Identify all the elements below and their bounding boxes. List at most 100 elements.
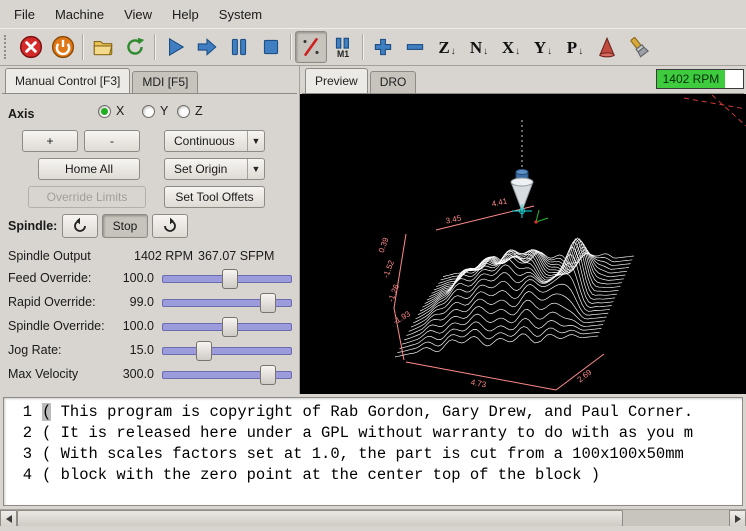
spindle-stop-button[interactable]: Stop xyxy=(102,214,148,238)
scroll-right-button[interactable] xyxy=(729,510,746,527)
slider[interactable] xyxy=(162,292,292,314)
view-top-button[interactable]: Z↓ xyxy=(431,31,463,63)
axis-radio-z[interactable]: Z xyxy=(177,104,203,118)
axis-radio-label: Z xyxy=(195,104,203,118)
menu-view[interactable]: View xyxy=(114,2,162,27)
spindle-output-label: Spindle Output xyxy=(8,249,91,263)
tab-manual-control[interactable]: Manual Control [F3] xyxy=(5,68,130,93)
stop-program-button[interactable] xyxy=(255,31,287,63)
estop-icon xyxy=(19,35,43,59)
radio-icon xyxy=(98,105,111,118)
slider[interactable] xyxy=(162,340,292,362)
slider[interactable] xyxy=(162,364,292,386)
spindle-ccw-button[interactable] xyxy=(62,214,98,238)
view-side-letter: X xyxy=(502,39,514,56)
slider-handle[interactable] xyxy=(260,293,276,313)
gcode-text-area[interactable]: 1( This program is copyright of Rab Gord… xyxy=(3,397,743,506)
gcode-line[interactable]: 4( block with the zero point at the cent… xyxy=(4,465,742,486)
zoom-out-icon xyxy=(403,35,427,59)
view-side-button[interactable]: X↓ xyxy=(495,31,527,63)
toolbar-separator xyxy=(82,34,84,60)
linuxcnc-window: FileMachineViewHelpSystem M1Z↓N↓X↓Y↓P↓ M… xyxy=(0,0,746,531)
svg-text:M1: M1 xyxy=(337,49,349,59)
reload-file-icon xyxy=(123,35,147,59)
slider-label: Feed Override: xyxy=(8,271,91,285)
override-limits-button[interactable]: Override Limits xyxy=(28,186,146,208)
tab-dro[interactable]: DRO xyxy=(370,71,417,93)
scroll-left-icon xyxy=(6,515,12,523)
slider-row: Jog Rate:15.0 xyxy=(0,340,299,362)
slider-value: 100.0 xyxy=(96,319,154,333)
axis-radio-label: Y xyxy=(160,104,168,118)
scrollbar-thumb[interactable] xyxy=(17,510,623,527)
jog-mode-select[interactable]: Continuous ▼ xyxy=(164,130,265,152)
preview-canvas[interactable]: 0.39 -1.52 -1.26 -1.93 4.73 2.69 3.45 4.… xyxy=(300,94,746,394)
pause-program-button[interactable] xyxy=(223,31,255,63)
jog-minus-button[interactable]: - xyxy=(84,130,140,152)
slider-track[interactable] xyxy=(162,347,292,355)
view-top-letter: Z xyxy=(438,39,449,56)
slider-handle[interactable] xyxy=(222,317,238,337)
stop-program-icon xyxy=(259,35,283,59)
spindle-rpm-value: 1402 RPM xyxy=(134,249,193,263)
slider[interactable] xyxy=(162,316,292,338)
open-file-icon xyxy=(91,35,115,59)
slider-handle[interactable] xyxy=(260,365,276,385)
slider-value: 99.0 xyxy=(96,295,154,309)
zoom-out-button[interactable] xyxy=(399,31,431,63)
preview-wrap: 0.39 -1.52 -1.26 -1.93 4.73 2.69 3.45 4.… xyxy=(300,94,746,394)
toggle-optional-pause-icon: M1 xyxy=(331,35,355,59)
slider[interactable] xyxy=(162,268,292,290)
toggle-skip-lines-button[interactable] xyxy=(295,31,327,63)
menu-system[interactable]: System xyxy=(209,2,272,27)
gcode-line[interactable]: 1( This program is copyright of Rab Gord… xyxy=(4,402,742,423)
run-program-button[interactable] xyxy=(159,31,191,63)
chevron-down-icon: ▼ xyxy=(247,131,264,151)
text-cursor: ( xyxy=(42,403,51,421)
spindle-cw-button[interactable] xyxy=(152,214,188,238)
tool-cone-base xyxy=(511,178,533,186)
view-top-arrow-icon: ↓ xyxy=(451,47,456,57)
set-origin-value: Set Origin xyxy=(174,162,227,176)
step-program-button[interactable] xyxy=(191,31,223,63)
toolbar-separator xyxy=(290,34,292,60)
toggle-skip-lines-icon xyxy=(299,35,323,59)
gcode-line[interactable]: 3( With scales factors set at 1.0, the p… xyxy=(4,444,742,465)
axis-radio-y[interactable]: Y xyxy=(142,104,168,118)
view-top-rotated-button[interactable]: N↓ xyxy=(463,31,495,63)
estop-button[interactable] xyxy=(15,31,47,63)
set-tool-offsets-button[interactable]: Set Tool Offets xyxy=(164,186,265,208)
menu-machine[interactable]: Machine xyxy=(45,2,114,27)
home-all-button[interactable]: Home All xyxy=(38,158,140,180)
spindle-ccw-icon xyxy=(70,216,90,236)
rotate-view-button[interactable] xyxy=(591,31,623,63)
gcode-panel: 1( This program is copyright of Rab Gord… xyxy=(0,394,746,509)
view-front-button[interactable]: Y↓ xyxy=(527,31,559,63)
jog-plus-button[interactable]: + xyxy=(22,130,78,152)
spindle-sfpm-value: 367.07 SFPM xyxy=(198,249,274,263)
menu-file[interactable]: File xyxy=(4,2,45,27)
reload-file-button[interactable] xyxy=(119,31,151,63)
left-tabs: Manual Control [F3] MDI [F5] xyxy=(2,68,297,94)
toggle-optional-pause-button[interactable]: M1 xyxy=(327,31,359,63)
scroll-left-button[interactable] xyxy=(0,510,17,527)
slider-handle[interactable] xyxy=(196,341,212,361)
tab-mdi[interactable]: MDI [F5] xyxy=(132,71,198,93)
machine-power-button[interactable] xyxy=(47,31,79,63)
slider-value: 300.0 xyxy=(96,367,154,381)
origin-point xyxy=(534,220,537,223)
horizontal-scrollbar[interactable] xyxy=(0,509,746,526)
clear-plot-button[interactable] xyxy=(623,31,655,63)
manual-control-panel: Manual Control [F3] MDI [F5] Axis XYZ + … xyxy=(0,66,300,394)
menu-help[interactable]: Help xyxy=(162,2,209,27)
spindle-rpm-badge: 1402 RPM xyxy=(656,69,744,89)
axis-radio-x[interactable]: X xyxy=(98,104,124,118)
view-perspective-button[interactable]: P↓ xyxy=(559,31,591,63)
tab-preview[interactable]: Preview xyxy=(305,68,368,93)
slider-handle[interactable] xyxy=(222,269,238,289)
gcode-line[interactable]: 2( It is released here under a GPL witho… xyxy=(4,423,742,444)
set-origin-select[interactable]: Set Origin ▼ xyxy=(164,158,265,180)
open-file-button[interactable] xyxy=(87,31,119,63)
zoom-in-button[interactable] xyxy=(367,31,399,63)
line-text: ( With scales factors set at 1.0, the pa… xyxy=(42,444,684,465)
